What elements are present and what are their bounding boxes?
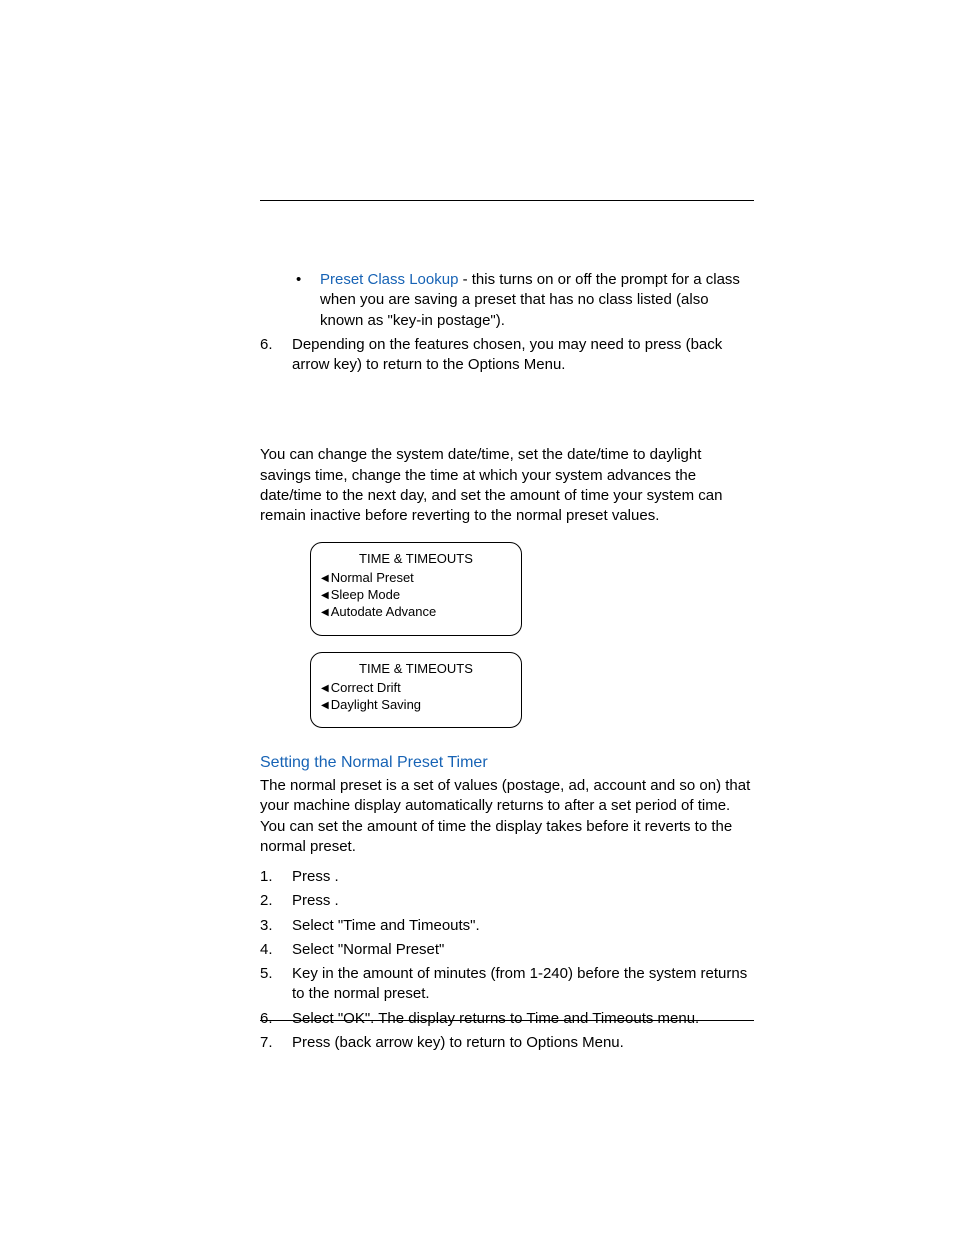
bullet-marker: • <box>260 270 320 331</box>
spacer <box>260 857 754 867</box>
step-number: 5. <box>260 964 292 1005</box>
lcd-item: Autodate Advance <box>321 604 511 621</box>
subheading-normal-preset-timer: Setting the Normal Preset Timer <box>260 752 754 774</box>
intro-paragraph: You can change the system date/time, set… <box>260 445 754 526</box>
step-number: 6. <box>260 335 292 376</box>
lcd-item: Daylight Saving <box>321 697 511 714</box>
step-number: 1. <box>260 867 292 887</box>
bullet-preset-class-lookup: • Preset Class Lookup - this turns on or… <box>260 270 754 331</box>
step-text: Press . <box>292 867 754 887</box>
step-number: 2. <box>260 891 292 911</box>
step-number: 6. <box>260 1009 292 1029</box>
step-row: 4. Select "Normal Preset" <box>260 940 754 960</box>
top-rule <box>260 200 754 201</box>
step-text: Select "OK". The display returns to Time… <box>292 1009 754 1029</box>
preset-class-lookup-link: Preset Class Lookup <box>320 271 458 288</box>
step-row: 7. Press (back arrow key) to return to O… <box>260 1033 754 1053</box>
lcd-item: Normal Preset <box>321 570 511 587</box>
step-number: 4. <box>260 940 292 960</box>
step-number: 7. <box>260 1033 292 1053</box>
lcd-item: Sleep Mode <box>321 587 511 604</box>
step-text: Key in the amount of minutes (from 1-240… <box>292 964 754 1005</box>
step-text: Depending on the features chosen, you ma… <box>292 335 754 376</box>
step-text: Press . <box>292 891 754 911</box>
lcd-title: TIME & TIMEOUTS <box>321 551 511 568</box>
step-row: 6. Select "OK". The display returns to T… <box>260 1009 754 1029</box>
lcd-title: TIME & TIMEOUTS <box>321 661 511 678</box>
step-text: Select "Normal Preset" <box>292 940 754 960</box>
step-row: 3. Select "Time and Timeouts". <box>260 916 754 936</box>
step-row: 2. Press . <box>260 891 754 911</box>
lcd-item: Correct Drift <box>321 680 511 697</box>
lcd-screen-2: TIME & TIMEOUTS Correct Drift Daylight S… <box>310 652 522 729</box>
sub-paragraph: The normal preset is a set of values (po… <box>260 776 754 857</box>
step-6-prev: 6. Depending on the features chosen, you… <box>260 335 754 376</box>
step-number: 3. <box>260 916 292 936</box>
document-page: • Preset Class Lookup - this turns on or… <box>0 0 954 1235</box>
step-row: 1. Press . <box>260 867 754 887</box>
content-body: • Preset Class Lookup - this turns on or… <box>260 270 754 1057</box>
bottom-rule <box>260 1020 754 1021</box>
step-text: Select "Time and Timeouts". <box>292 916 754 936</box>
step-row: 5. Key in the amount of minutes (from 1-… <box>260 964 754 1005</box>
step-text: Press (back arrow key) to return to Opti… <box>292 1033 754 1053</box>
lcd-screen-1: TIME & TIMEOUTS Normal Preset Sleep Mode… <box>310 542 522 636</box>
bullet-text: Preset Class Lookup - this turns on or o… <box>320 270 754 331</box>
